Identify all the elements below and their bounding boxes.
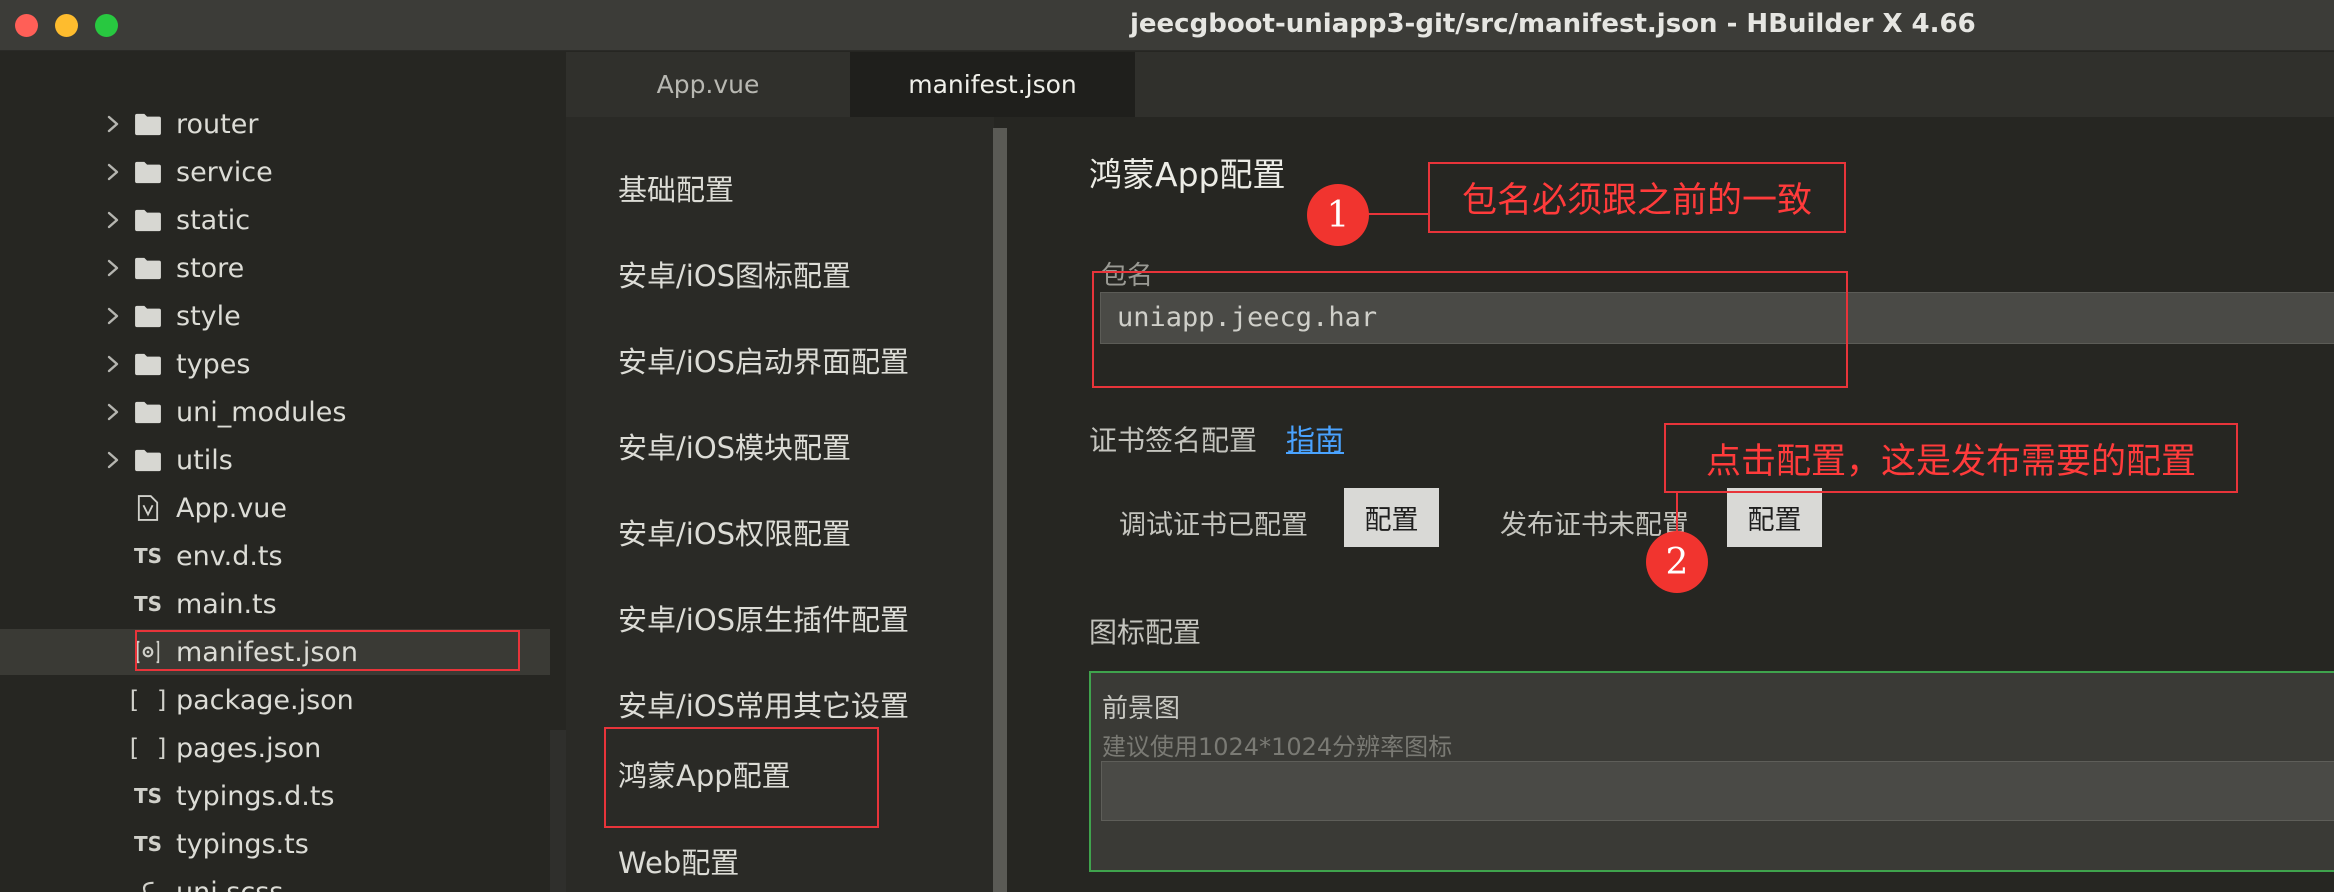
typescript-file-icon: TS	[133, 592, 163, 616]
tree-item-label: env.d.ts	[176, 540, 283, 572]
maximize-window-button[interactable]	[95, 14, 118, 37]
tree-item-label: style	[176, 300, 241, 332]
tree-item[interactable]: uni.scss	[0, 869, 560, 892]
tree-item[interactable]: TS main.ts	[0, 581, 560, 627]
nav-item-splash[interactable]: 安卓/iOS启动界面配置	[618, 339, 909, 381]
chevron-right-icon[interactable]	[103, 258, 123, 278]
typescript-file-icon: TS	[133, 784, 163, 808]
tree-item-label: store	[176, 252, 245, 284]
nav-item-app-icon[interactable]: 安卓/iOS图标配置	[618, 253, 851, 295]
tree-item[interactable]: static	[0, 197, 560, 243]
tree-item-label: App.vue	[176, 492, 288, 524]
tree-item-label: uni.scss	[176, 876, 284, 892]
chevron-right-icon[interactable]	[103, 450, 123, 470]
typescript-file-icon: TS	[133, 832, 163, 856]
tree-item[interactable]: utils	[0, 437, 560, 483]
editor-tab-bar: App.vue manifest.json	[566, 52, 2334, 117]
scss-file-icon	[133, 877, 163, 892]
tree-item-label: pages.json	[176, 732, 322, 764]
tree-item[interactable]: uni_modules	[0, 389, 560, 435]
folder-icon	[133, 349, 163, 379]
tree-item[interactable]: types	[0, 341, 560, 387]
guide-link[interactable]: 指南	[1286, 417, 1344, 459]
tree-item[interactable]: service	[0, 149, 560, 195]
annotation-badge-2: 2	[1646, 531, 1708, 593]
tree-item[interactable]: style	[0, 293, 560, 339]
debug-cert-config-button[interactable]: 配置	[1344, 488, 1439, 547]
icon-config-title: 图标配置	[1089, 616, 1202, 649]
nav-item-other-settings[interactable]: 安卓/iOS常用其它设置	[618, 683, 909, 725]
tree-item-label: utils	[176, 444, 233, 476]
release-cert-config-button[interactable]: 配置	[1727, 488, 1822, 547]
nav-item-web[interactable]: Web配置	[618, 840, 739, 882]
window-title: jeecgboot-uniapp3-git/src/manifest.json …	[1130, 9, 1976, 39]
chevron-right-icon[interactable]	[103, 402, 123, 422]
tree-item[interactable]: TS env.d.ts	[0, 533, 560, 579]
tree-item-label: service	[176, 156, 273, 188]
file-tree: router service static store style types uni_mo…	[0, 52, 566, 892]
folder-icon	[133, 301, 163, 331]
tree-item[interactable]: App.vue	[0, 485, 560, 531]
tree-item[interactable]: [ ] pages.json	[0, 725, 560, 771]
chevron-right-icon[interactable]	[103, 114, 123, 134]
annotation-harmony-nav-highlight	[604, 727, 879, 828]
nav-item-permissions[interactable]: 安卓/iOS权限配置	[618, 511, 851, 553]
tab-app-vue[interactable]: App.vue	[566, 52, 850, 117]
folder-icon	[133, 445, 163, 475]
cert-signing-title: 证书签名配置	[1089, 424, 1258, 457]
tree-item-label: router	[176, 108, 259, 140]
tree-item-label: typings.d.ts	[176, 780, 335, 812]
tree-item[interactable]: store	[0, 245, 560, 291]
close-window-button[interactable]	[15, 14, 38, 37]
folder-icon	[133, 205, 163, 235]
folder-icon	[133, 397, 163, 427]
annotation-note-2: 点击配置，这是发布需要的配置	[1664, 423, 2238, 493]
tree-item-label: package.json	[176, 684, 354, 716]
vue-file-icon	[133, 493, 163, 523]
tree-item-label: types	[176, 348, 251, 380]
tree-item[interactable]: TS typings.ts	[0, 821, 560, 867]
annotation-package-highlight	[1092, 271, 1848, 388]
folder-icon	[133, 109, 163, 139]
folder-icon	[133, 253, 163, 283]
title-bar: jeecgboot-uniapp3-git/src/manifest.json …	[0, 0, 2334, 51]
nav-item-native-plugins[interactable]: 安卓/iOS原生插件配置	[618, 597, 909, 639]
file-tree-scrollbar[interactable]	[550, 730, 566, 892]
tab-manifest-json[interactable]: manifest.json	[850, 52, 1135, 117]
nav-item-modules[interactable]: 安卓/iOS模块配置	[618, 425, 851, 467]
config-nav-scrollbar[interactable]	[993, 128, 1007, 892]
foreground-hint: 建议使用1024*1024分辨率图标	[1102, 733, 1453, 761]
chevron-right-icon[interactable]	[103, 210, 123, 230]
annotation-manifest-highlight	[135, 630, 520, 671]
tree-item-label: main.ts	[176, 588, 277, 620]
json-file-icon: [ ]	[126, 686, 170, 714]
annotation-connector-2	[1676, 493, 1678, 533]
debug-cert-status: 调试证书已配置	[1119, 510, 1308, 541]
annotation-connector-1	[1368, 213, 1428, 215]
tree-item[interactable]: TS typings.d.ts	[0, 773, 560, 819]
chevron-right-icon[interactable]	[103, 306, 123, 326]
tree-item[interactable]: router	[0, 101, 560, 147]
folder-icon	[133, 157, 163, 187]
page-title: 鸿蒙App配置	[1089, 155, 1286, 194]
annotation-badge-1: 1	[1307, 184, 1369, 246]
tree-item-label: static	[176, 204, 251, 236]
tree-item-label: typings.ts	[176, 828, 309, 860]
foreground-image-input[interactable]	[1101, 761, 2334, 821]
chevron-right-icon[interactable]	[103, 354, 123, 374]
minimize-window-button[interactable]	[55, 14, 78, 37]
foreground-label: 前景图	[1102, 694, 1181, 724]
chevron-right-icon[interactable]	[103, 162, 123, 182]
tree-item[interactable]: [ ] package.json	[0, 677, 560, 723]
annotation-note-1: 包名必须跟之前的一致	[1428, 162, 1846, 233]
tree-item-label: uni_modules	[176, 396, 347, 428]
nav-item-basic[interactable]: 基础配置	[618, 167, 734, 209]
typescript-file-icon: TS	[133, 544, 163, 568]
json-file-icon: [ ]	[126, 734, 170, 762]
